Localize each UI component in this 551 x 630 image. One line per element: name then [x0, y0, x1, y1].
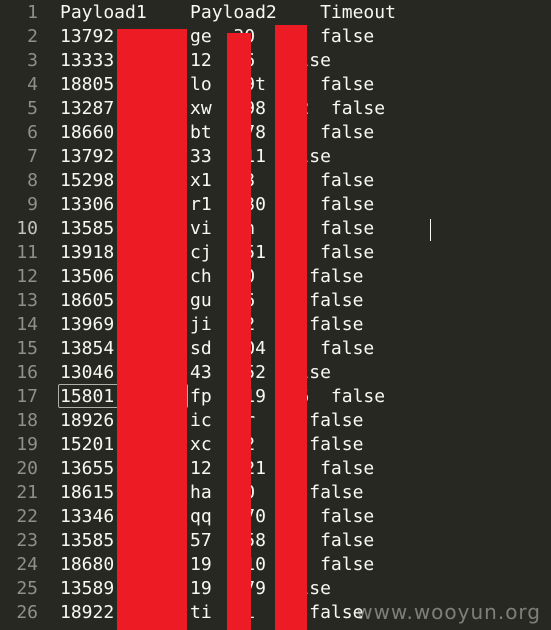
line-text: 13585 0 57 58 o false	[60, 530, 375, 551]
line-number: 14	[16, 314, 38, 335]
line-number: 23	[16, 530, 38, 551]
line-text: 18660 3 bt 78 9 false	[60, 122, 375, 143]
line-number: 20	[16, 458, 38, 479]
line-number: 5	[27, 98, 38, 119]
line-text: 15201 3 xc p2 4 false	[60, 434, 364, 455]
text-editor[interactable]: 1 Payload1 Payload2 Timeout 2 13792 ge 30 0…	[0, 0, 551, 630]
line-number: 1	[27, 2, 38, 23]
redaction-block	[117, 29, 187, 630]
line-text: 18805 lo 9t i false	[60, 74, 375, 95]
line-number: 25	[16, 578, 38, 599]
line-number: 15	[16, 338, 38, 359]
editor-line[interactable]: 1 Payload1 Payload2 Timeout	[0, 1, 551, 25]
line-number: 26	[16, 602, 38, 623]
line-number: 10	[16, 218, 38, 239]
line-text: 13655 0 12 21 false	[60, 458, 375, 479]
line-text: 18680 3 19 10 a false	[60, 554, 375, 575]
line-number: 7	[27, 146, 38, 167]
line-text: 13585 0 vi an 30 false	[60, 218, 375, 239]
line-text: 15298 0 x1 e3 n5 false	[60, 170, 375, 191]
watermark: www.wooyun.org	[356, 600, 541, 624]
line-number: 17	[16, 386, 38, 407]
text-caret	[430, 219, 431, 241]
line-number: 22	[16, 506, 38, 527]
line-number: 21	[16, 482, 38, 503]
line-number: 12	[16, 266, 38, 287]
line-text: 13918 3 cj 51 3 false	[60, 242, 375, 263]
line-text: 18922 7 ti ti false	[60, 602, 364, 623]
redaction-block	[275, 25, 307, 630]
line-text: 18615 2 ha s0 false	[60, 482, 364, 503]
line-number: 19	[16, 434, 38, 455]
line-number: 4	[27, 74, 38, 95]
line-text: 13969 0 ji i2 4 false	[60, 314, 364, 335]
redaction-block	[227, 33, 251, 630]
line-text: 13854 3 sd 04 false	[60, 338, 375, 359]
line-text: 13287 7 xw 98 22 false	[60, 98, 386, 119]
line-text: 13306 3 r1 30 false	[60, 194, 375, 215]
line-text: 13506 3 ch n0 4 false	[60, 266, 364, 287]
line-text: 13792 ge 30 0 false	[60, 26, 375, 47]
line-text: 18605 3 gu u6 false	[60, 290, 364, 311]
line-number: 6	[27, 122, 38, 143]
line-number: 11	[16, 242, 38, 263]
line-text: 18926 0 ic 6r n false	[60, 410, 364, 431]
line-text: Payload1 Payload2 Timeout	[60, 2, 396, 23]
line-number: 8	[27, 170, 38, 191]
line-number: 2	[27, 26, 38, 47]
line-number: 13	[16, 290, 38, 311]
line-number: 24	[16, 554, 38, 575]
line-number: 9	[27, 194, 38, 215]
line-number: 3	[27, 50, 38, 71]
line-number: 18	[16, 410, 38, 431]
line-number: 16	[16, 362, 38, 383]
line-text: 13346 5 qq 70 5 false	[60, 506, 375, 527]
